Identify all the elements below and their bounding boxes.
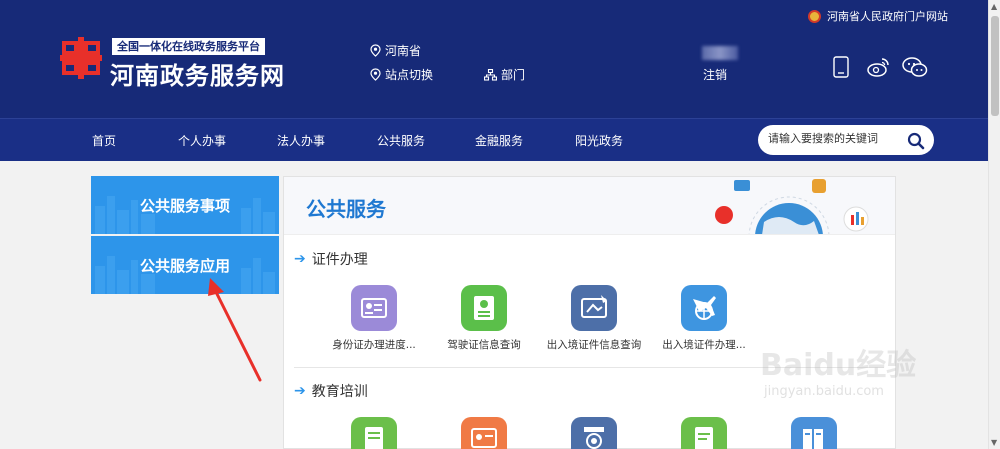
site-title[interactable]: 河南政务服务网 xyxy=(110,56,285,91)
service-education-3[interactable] xyxy=(534,417,654,449)
service-education-4[interactable] xyxy=(644,417,764,449)
airplane-globe-icon[interactable] xyxy=(681,285,727,331)
section-title-certificates: ➔ 证件办理 xyxy=(294,249,368,269)
wechat-icon[interactable] xyxy=(902,56,928,78)
tab-public-service-items[interactable]: 公共服务事项 xyxy=(91,176,279,234)
search-input[interactable] xyxy=(768,132,898,145)
location-pin-icon xyxy=(370,44,381,57)
certificate-icon[interactable] xyxy=(461,417,507,449)
location-label[interactable]: 河南省 xyxy=(385,42,421,59)
nav-item-personal[interactable]: 个人办事 xyxy=(178,132,226,149)
arrow-right-icon: ➔ xyxy=(294,251,306,267)
logout-link[interactable]: 注销 xyxy=(703,66,727,83)
books-icon[interactable] xyxy=(791,417,837,449)
department-link[interactable]: 部门 xyxy=(484,66,525,83)
org-chart-icon xyxy=(484,68,497,81)
logo-subtitle: 全国一体化在线政务服务平台 xyxy=(112,38,265,55)
nav-item-home[interactable]: 首页 xyxy=(92,132,116,149)
page-scrollbar[interactable]: ▲ ▼ xyxy=(988,0,1000,449)
globe-illustration-icon xyxy=(715,179,869,234)
department-label[interactable]: 部门 xyxy=(501,66,525,83)
scroll-thumb[interactable] xyxy=(991,16,999,116)
id-card-icon[interactable] xyxy=(351,285,397,331)
service-label[interactable]: 出入境证件办理... xyxy=(644,337,764,352)
passport-certificate-icon[interactable] xyxy=(571,285,617,331)
service-education-1[interactable] xyxy=(314,417,434,449)
national-emblem-icon xyxy=(808,9,821,23)
section-title-education: ➔ 教育培训 xyxy=(294,381,368,401)
site-logo-icon[interactable] xyxy=(60,37,102,79)
weibo-icon[interactable] xyxy=(866,56,890,78)
section-title-certificates-label: 证件办理 xyxy=(311,252,368,268)
public-service-panel: 公共服务 ➔ 证件办理 身份证办理进度... 驾驶证信息查询 出入境证件信息查询… xyxy=(283,176,896,449)
switch-site-label[interactable]: 站点切换 xyxy=(385,66,433,83)
document-check-icon[interactable] xyxy=(351,417,397,449)
award-icon[interactable] xyxy=(571,417,617,449)
province-portal-label[interactable]: 河南省人民政府门户网站 xyxy=(827,8,948,24)
notebook-icon[interactable] xyxy=(681,417,727,449)
user-name-redacted xyxy=(702,46,738,60)
service-education-2[interactable] xyxy=(424,417,544,449)
location-selector[interactable]: 河南省 xyxy=(370,42,421,59)
mobile-phone-icon[interactable] xyxy=(833,56,849,78)
service-label[interactable]: 出入境证件信息查询 xyxy=(534,337,654,352)
location-pin-icon xyxy=(370,68,381,81)
panel-header: 公共服务 xyxy=(284,177,895,235)
tab-public-service-items-label[interactable]: 公共服务事项 xyxy=(91,195,279,216)
service-label[interactable]: 身份证办理进度... xyxy=(314,337,434,352)
section-title-education-label: 教育培训 xyxy=(311,384,368,400)
service-id-card-progress[interactable]: 身份证办理进度... xyxy=(314,285,434,352)
service-label[interactable]: 驾驶证信息查询 xyxy=(424,337,544,352)
scroll-up-arrow-icon[interactable]: ▲ xyxy=(991,2,997,11)
nav-item-legal-person[interactable]: 法人办事 xyxy=(277,132,325,149)
watermark-url: jingyan.baidu.com xyxy=(764,384,884,399)
site-header: 河南省人民政府门户网站 全国一体化在线政务服务平台 河南政务服务网 河南省 站点… xyxy=(0,0,988,118)
panel-title: 公共服务 xyxy=(306,197,386,221)
search-icon[interactable] xyxy=(906,131,926,151)
nav-item-sunshine-affairs[interactable]: 阳光政务 xyxy=(575,132,623,149)
scroll-down-arrow-icon[interactable]: ▼ xyxy=(991,438,997,447)
baidu-jingyan-watermark: Baidu经验 jingyan.baidu.com xyxy=(760,340,916,399)
main-nav: 首页 个人办事 法人办事 公共服务 金融服务 阳光政务 xyxy=(0,118,988,161)
arrow-right-icon: ➔ xyxy=(294,383,306,399)
nav-item-financial[interactable]: 金融服务 xyxy=(475,132,523,149)
service-driver-license-query[interactable]: 驾驶证信息查询 xyxy=(424,285,544,352)
driver-license-icon[interactable] xyxy=(461,285,507,331)
switch-site-link[interactable]: 站点切换 xyxy=(370,66,433,83)
service-exit-entry-info-query[interactable]: 出入境证件信息查询 xyxy=(534,285,654,352)
nav-item-public-service[interactable]: 公共服务 xyxy=(377,132,425,149)
red-annotation-arrow-icon xyxy=(208,278,262,382)
service-exit-entry-application[interactable]: 出入境证件办理... xyxy=(644,285,764,352)
service-education-5[interactable] xyxy=(754,417,874,449)
province-portal-link[interactable]: 河南省人民政府门户网站 xyxy=(808,8,948,24)
watermark-brand: Baidu经验 xyxy=(760,348,917,383)
search-box xyxy=(758,125,934,155)
